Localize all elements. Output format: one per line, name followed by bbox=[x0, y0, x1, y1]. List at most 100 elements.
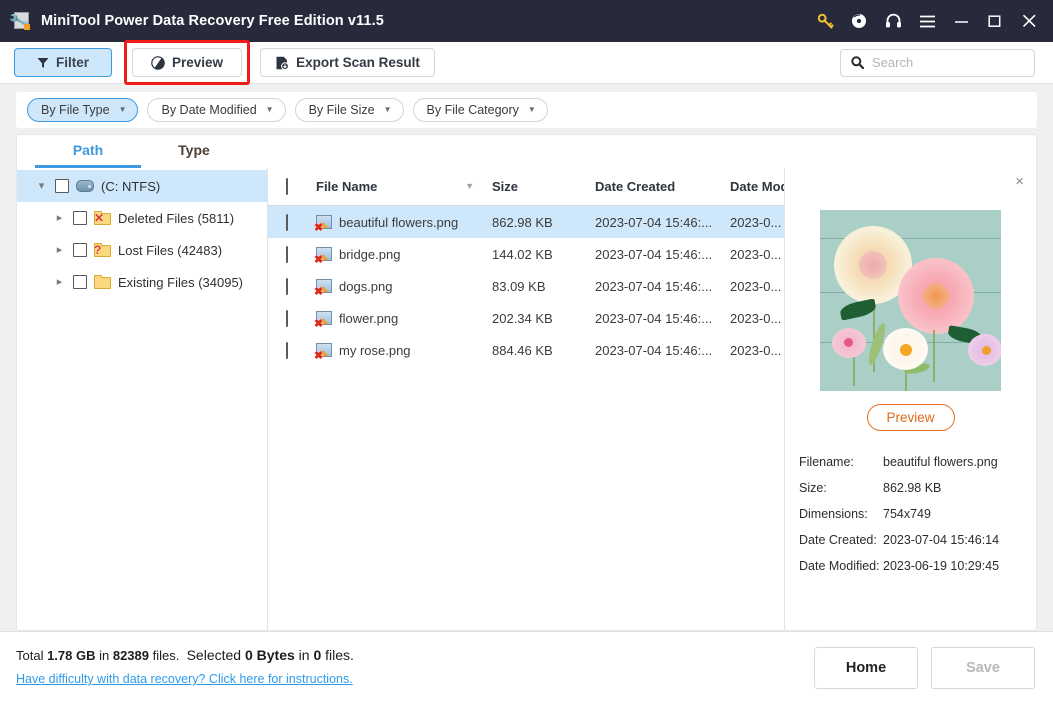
row-date-created: 2023-07-04 15:46:... bbox=[595, 278, 713, 294]
selected-label: Selected bbox=[186, 647, 245, 663]
tree-item-existing-files[interactable]: ▸ Existing Files (34095) bbox=[17, 266, 267, 298]
total-size: 1.78 GB bbox=[47, 648, 96, 663]
table-row[interactable]: ✖ dogs.png 83.09 KB 2023-07-04 15:46:...… bbox=[268, 270, 784, 302]
chip-by-date-modified-label: By Date Modified bbox=[161, 103, 257, 117]
column-date-created-label: Date Created bbox=[595, 179, 676, 194]
column-date-modified[interactable]: Date Modifie bbox=[730, 179, 784, 194]
image-file-deleted-icon: ✖ bbox=[314, 215, 332, 234]
row-date-modified: 2023-0... bbox=[730, 214, 782, 230]
row-checkbox[interactable] bbox=[286, 309, 288, 327]
detail-dimensions-value: 754x749 bbox=[883, 507, 931, 521]
row-date-created: 2023-07-04 15:46:... bbox=[595, 246, 713, 262]
file-details: Filename: beautiful flowers.png Size: 86… bbox=[799, 449, 1022, 579]
chevron-right-icon[interactable]: ▸ bbox=[53, 276, 66, 288]
search-box[interactable] bbox=[840, 48, 1048, 77]
row-checkbox[interactable] bbox=[286, 277, 288, 295]
tree-item-deleted-files-label: Deleted Files (5811) bbox=[118, 210, 235, 226]
menu-icon[interactable] bbox=[911, 5, 943, 37]
home-button[interactable]: Home bbox=[814, 646, 918, 689]
tree-item-lost-files[interactable]: ▸ ? Lost Files (42483) bbox=[17, 234, 267, 266]
table-row[interactable]: ✖ flower.png 202.34 KB 2023-07-04 15:46:… bbox=[268, 302, 784, 334]
chip-by-file-category[interactable]: By File Category ▼ bbox=[412, 98, 548, 122]
table-row[interactable]: ✖ my rose.png 884.46 KB 2023-07-04 15:46… bbox=[268, 334, 784, 366]
row-name-cell: ✖ my rose.png bbox=[314, 343, 492, 362]
column-size-label: Size bbox=[492, 179, 519, 194]
detail-date-modified-value: 2023-06-19 10:29:45 bbox=[883, 559, 1000, 573]
minimize-icon[interactable] bbox=[945, 5, 977, 37]
chip-by-file-size[interactable]: By File Size ▼ bbox=[294, 98, 404, 122]
maximize-icon[interactable] bbox=[979, 5, 1011, 37]
row-date-modified: 2023-0... bbox=[730, 310, 782, 326]
close-preview-icon[interactable]: × bbox=[1015, 174, 1024, 189]
row-date-modified: 2023-0... bbox=[730, 246, 782, 262]
close-icon[interactable] bbox=[1013, 5, 1045, 37]
total-count: 82389 bbox=[112, 648, 149, 663]
row-select-cell bbox=[286, 341, 316, 359]
tree-item-deleted-files[interactable]: ▸ ✕ Deleted Files (5811) bbox=[17, 202, 267, 234]
preview-button-highlight: Preview bbox=[124, 40, 251, 85]
headphones-icon[interactable] bbox=[877, 5, 909, 37]
chevron-right-icon[interactable]: ▸ bbox=[53, 212, 66, 224]
tree-checkbox[interactable] bbox=[73, 275, 87, 289]
chevron-down-icon: ▼ bbox=[265, 105, 274, 114]
select-all-checkbox[interactable] bbox=[286, 178, 288, 195]
chevron-down-icon: ▼ bbox=[118, 105, 127, 114]
search-input[interactable] bbox=[872, 55, 1048, 70]
detail-date-created: Date Created: 2023-07-04 15:46:14 bbox=[799, 527, 1022, 553]
tree-checkbox[interactable] bbox=[73, 243, 87, 257]
help-link[interactable]: Have difficulty with data recovery? Clic… bbox=[16, 672, 353, 686]
row-select-cell bbox=[286, 277, 316, 295]
detail-date-created-value: 2023-07-04 15:46:14 bbox=[883, 533, 1000, 547]
sort-desc-icon[interactable]: ▼ bbox=[465, 182, 474, 191]
chevron-down-icon[interactable]: ▾ bbox=[35, 180, 48, 192]
tree-item-lost-files-label: Lost Files (42483) bbox=[118, 242, 223, 258]
row-checkbox[interactable] bbox=[286, 213, 288, 231]
row-checkbox[interactable] bbox=[286, 245, 288, 263]
row-size: 202.34 KB bbox=[492, 310, 553, 326]
selected-suffix: files. bbox=[321, 647, 354, 663]
key-icon[interactable] bbox=[809, 5, 841, 37]
table-row[interactable]: ✖ beautiful flowers.png 862.98 KB 2023-0… bbox=[268, 206, 784, 238]
tab-path[interactable]: Path bbox=[35, 135, 141, 168]
filter-chip-bar: By File Type ▼ By Date Modified ▼ By Fil… bbox=[16, 92, 1037, 128]
disc-icon[interactable] bbox=[843, 5, 875, 37]
detail-date-modified: Date Modified: 2023-06-19 10:29:45 bbox=[799, 553, 1022, 579]
column-file-name-label: File Name bbox=[316, 179, 378, 194]
total-suffix: files. bbox=[149, 648, 180, 663]
tree-checkbox[interactable] bbox=[55, 179, 69, 193]
tree-item-drive-c[interactable]: ▾ (C: NTFS) bbox=[17, 170, 267, 202]
row-size: 144.02 KB bbox=[492, 246, 553, 262]
preview-action-button[interactable]: Preview bbox=[866, 404, 955, 431]
funnel-icon bbox=[37, 57, 49, 69]
row-select-cell bbox=[286, 213, 316, 231]
image-file-deleted-icon: ✖ bbox=[314, 311, 332, 330]
search-icon bbox=[851, 56, 864, 69]
column-file-name[interactable]: File Name ▼ bbox=[316, 179, 492, 194]
preview-button-label: Preview bbox=[172, 55, 224, 70]
title-bar-actions bbox=[809, 5, 1045, 37]
row-select-cell bbox=[286, 245, 316, 263]
filter-button[interactable]: Filter bbox=[14, 48, 113, 77]
preview-button[interactable]: Preview bbox=[132, 48, 243, 77]
row-name-cell: ✖ dogs.png bbox=[314, 279, 492, 298]
eye-clock-icon bbox=[151, 55, 165, 70]
column-size[interactable]: Size bbox=[492, 179, 595, 194]
status-buttons: Home Save bbox=[814, 646, 1035, 689]
preview-thumbnail-image[interactable] bbox=[820, 210, 1001, 391]
tab-type[interactable]: Type bbox=[141, 135, 247, 168]
column-date-modified-label: Date Modifie bbox=[730, 179, 784, 194]
export-scan-result-button[interactable]: Export Scan Result bbox=[260, 48, 435, 77]
save-button[interactable]: Save bbox=[931, 646, 1035, 689]
chevron-down-icon: ▼ bbox=[383, 105, 392, 114]
tree-checkbox[interactable] bbox=[73, 211, 87, 225]
chip-by-file-type[interactable]: By File Type ▼ bbox=[27, 98, 139, 122]
chip-by-file-size-label: By File Size bbox=[308, 103, 375, 117]
chevron-right-icon[interactable]: ▸ bbox=[53, 244, 66, 256]
preview-thumbnail-wrap bbox=[799, 210, 1022, 391]
table-row[interactable]: ✖ bridge.png 144.02 KB 2023-07-04 15:46:… bbox=[268, 238, 784, 270]
selected-size: 0 Bytes bbox=[244, 647, 295, 663]
row-checkbox[interactable] bbox=[286, 341, 288, 359]
column-date-created[interactable]: Date Created bbox=[595, 179, 730, 194]
chip-by-date-modified[interactable]: By Date Modified ▼ bbox=[147, 98, 286, 122]
detail-filename-key: Filename: bbox=[799, 455, 854, 469]
